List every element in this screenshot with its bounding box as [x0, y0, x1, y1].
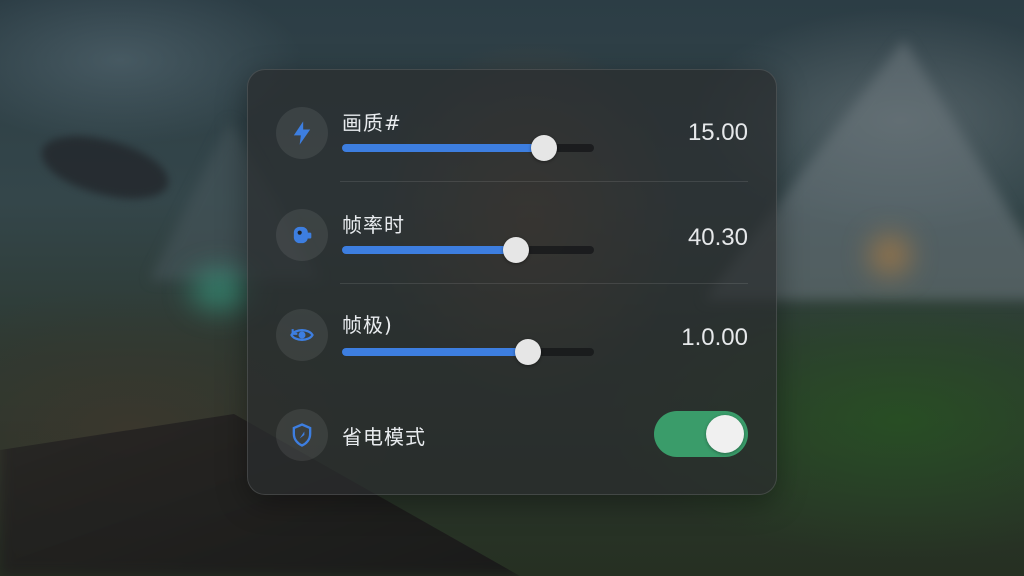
setting-row-framerate: 帧率时 40.30: [248, 187, 776, 287]
eye-refresh-icon: [276, 309, 328, 361]
framerate-slider[interactable]: [342, 237, 594, 263]
slider-thumb[interactable]: [530, 135, 557, 161]
power-saving-label: 省电模式: [342, 425, 426, 449]
setting-value: 15.00: [687, 119, 748, 146]
setting-value: 1.0.00: [681, 324, 748, 351]
setting-row-quality: 画质# 15.00: [248, 85, 776, 185]
setting-label: 帧率时: [342, 213, 405, 237]
setting-row-power-saving: 省电模式: [248, 388, 776, 488]
frame-limit-slider[interactable]: [342, 339, 594, 365]
quality-slider[interactable]: [342, 135, 594, 161]
camera-icon: [276, 209, 328, 261]
slider-thumb[interactable]: [502, 237, 529, 263]
slider-fill: [342, 348, 529, 356]
setting-value: 40.30: [687, 224, 748, 251]
setting-label: 帧极): [342, 313, 393, 337]
setting-label: 画质#: [342, 111, 402, 135]
settings-panel: 画质# 15.00 帧率时 40.30 帧极) 1.0.00 省电模式: [247, 69, 777, 495]
background-glow: [190, 270, 250, 310]
power-saving-toggle[interactable]: [654, 411, 748, 457]
shield-icon: [276, 409, 328, 461]
lightning-bolt-icon: [276, 107, 328, 159]
background-torch: [870, 235, 910, 275]
divider: [340, 283, 748, 284]
toggle-knob: [706, 415, 744, 453]
slider-fill: [342, 144, 544, 152]
slider-fill: [342, 246, 516, 254]
divider: [340, 181, 748, 182]
slider-thumb[interactable]: [515, 339, 542, 365]
setting-row-frame-limit: 帧极) 1.0.00: [248, 287, 776, 387]
